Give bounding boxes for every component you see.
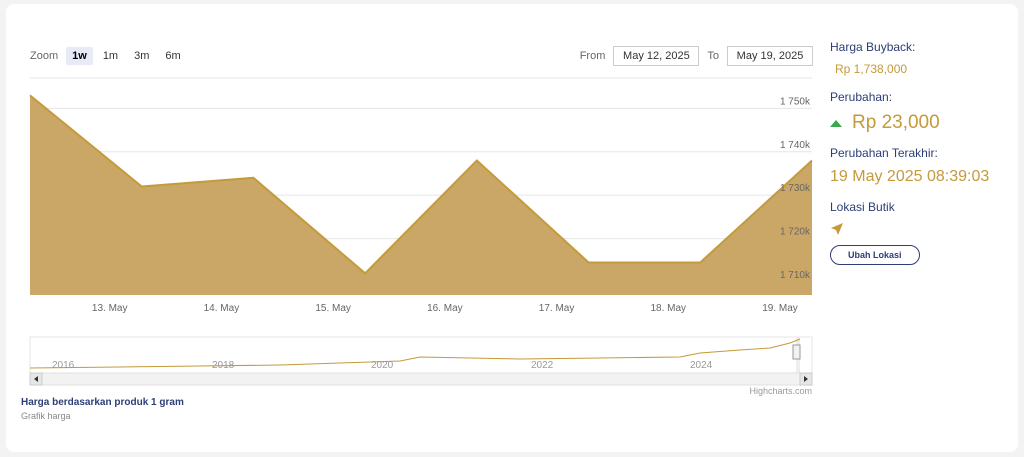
y-tick-label: 1 740k [780,140,811,151]
buyback-label: Harga Buyback: [830,40,916,54]
change-label: Perubahan: [830,90,893,104]
x-tick-label: 17. May [539,303,575,314]
caption-subtitle: Grafik harga [21,411,71,421]
chart-caption: Harga berdasarkan produk 1 gram Grafik h… [21,397,184,421]
navigator-scrollbar[interactable] [29,372,813,386]
last-change-value: 19 May 2025 08:39:03 [830,168,990,185]
up-arrow-icon [830,119,842,127]
change-location-button[interactable]: Ubah Lokasi [830,245,920,265]
change-row: Rp 23,000 [830,112,1020,134]
change-value: Rp 23,000 [852,112,940,133]
navigator-handle[interactable] [792,344,801,360]
x-tick-label: 19. May [762,303,798,314]
navigator-year-label: 2016 [52,360,75,371]
highcharts-credit[interactable]: Highcharts.com [749,386,812,396]
x-tick-label: 13. May [92,303,128,314]
navigator-year-label: 2018 [212,360,235,371]
y-tick-label: 1 750k [780,96,811,107]
x-tick-label: 18. May [650,303,686,314]
location-label: Lokasi Butik [830,200,895,214]
buyback-value: Rp 1,738,000 [835,62,908,76]
x-tick-label: 14. May [204,303,240,314]
last-change-label: Perubahan Terakhir: [830,146,938,160]
y-tick-label: 1 710k [780,270,811,281]
y-tick-label: 1 730k [780,183,811,194]
x-tick-label: 16. May [427,303,463,314]
location-arrow-icon[interactable] [830,222,844,236]
price-info-panel: Harga Buyback: Rp 1,738,000 Perubahan: R… [830,40,1020,265]
caption-title: Harga berdasarkan produk 1 gram [21,397,184,408]
y-tick-label: 1 720k [780,227,811,238]
navigator-year-label: 2022 [531,360,554,371]
x-tick-label: 15. May [315,303,351,314]
navigator-year-label: 2020 [371,360,394,371]
navigator-year-label: 2024 [690,360,713,371]
